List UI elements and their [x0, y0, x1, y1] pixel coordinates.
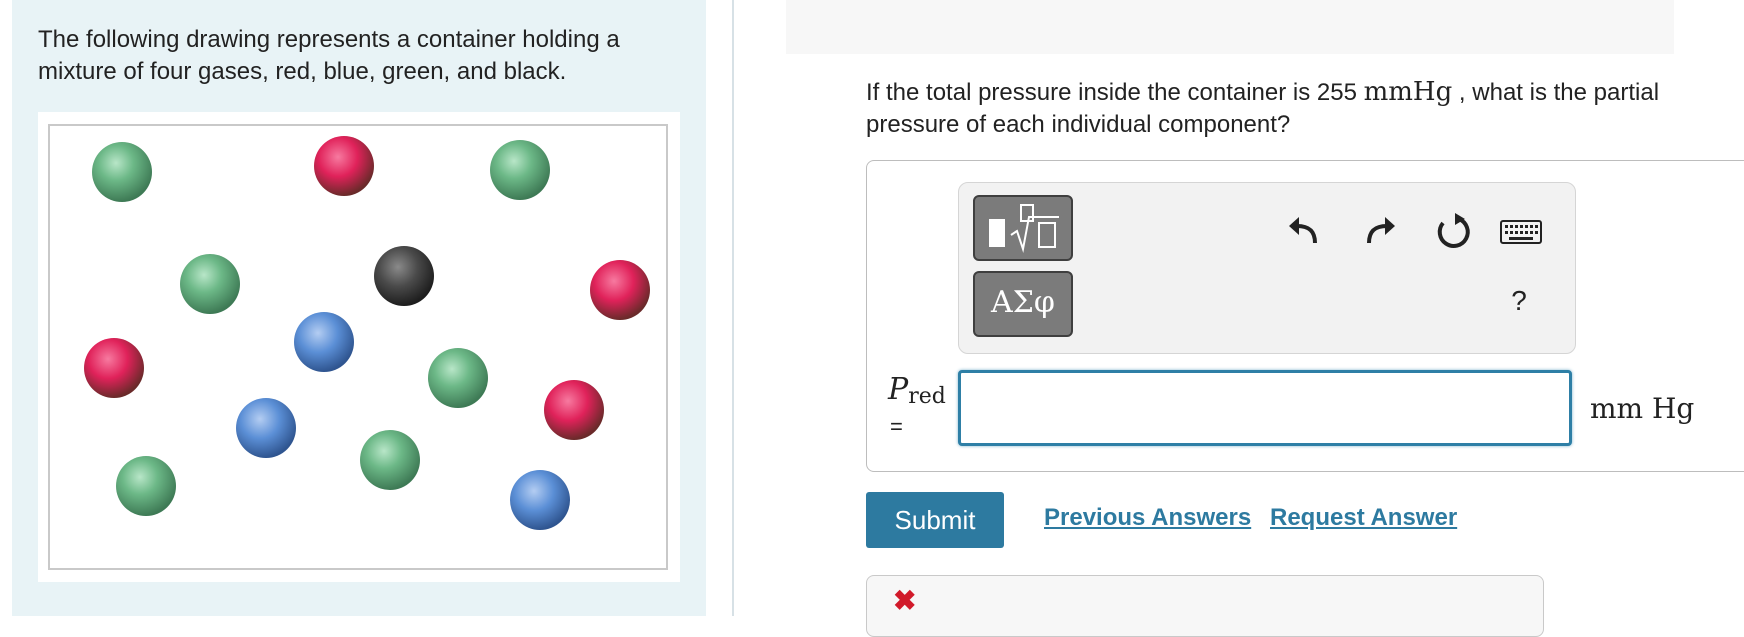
submit-button[interactable]: Submit [866, 492, 1004, 548]
equals-sign: = [890, 414, 903, 439]
previous-answers-link[interactable]: Previous Answers [1044, 504, 1251, 532]
red-molecule [590, 260, 650, 320]
reset-icon[interactable] [1433, 211, 1473, 251]
help-button[interactable]: ? [1499, 285, 1539, 317]
templates-button[interactable] [973, 195, 1073, 261]
figure-card [38, 112, 680, 582]
red-molecule [544, 380, 604, 440]
gas-molecules-svg [84, 136, 650, 530]
symbols-button[interactable]: ΑΣφ [973, 271, 1073, 337]
red-molecule [84, 338, 144, 398]
keyboard-icon[interactable] [1497, 211, 1545, 251]
feedback-box: ✖ [866, 575, 1544, 637]
green-molecule [428, 348, 488, 408]
redo-icon[interactable] [1359, 211, 1399, 251]
error-x-icon: ✖ [893, 585, 917, 616]
partial-pressure-label: Pred [888, 372, 946, 409]
red-molecule [314, 136, 374, 196]
green-molecule [180, 254, 240, 314]
blue-molecule [510, 470, 570, 530]
pressure-unit: mmHg [1363, 77, 1453, 107]
black-molecule [374, 246, 434, 306]
green-molecule [116, 456, 176, 516]
green-molecule [490, 140, 550, 200]
answer-unit: mm Hg [1590, 392, 1695, 425]
blue-molecule [294, 312, 354, 372]
container-figure [48, 124, 668, 570]
top-bar [786, 0, 1674, 54]
left-panel: The following drawing represents a conta… [12, 0, 706, 616]
math-toolbar: ΑΣφ ? [958, 182, 1576, 354]
green-molecule [360, 430, 420, 490]
green-molecule [92, 142, 152, 202]
blue-molecule [236, 398, 296, 458]
intro-text: The following drawing represents a conta… [38, 26, 620, 85]
templates-icon [989, 204, 1059, 253]
request-answer-link[interactable]: Request Answer [1270, 504, 1457, 532]
undo-icon[interactable] [1285, 211, 1325, 251]
panel-divider [732, 0, 734, 616]
answer-input[interactable] [958, 370, 1572, 446]
question-text: If the total pressure inside the contain… [866, 77, 1660, 138]
